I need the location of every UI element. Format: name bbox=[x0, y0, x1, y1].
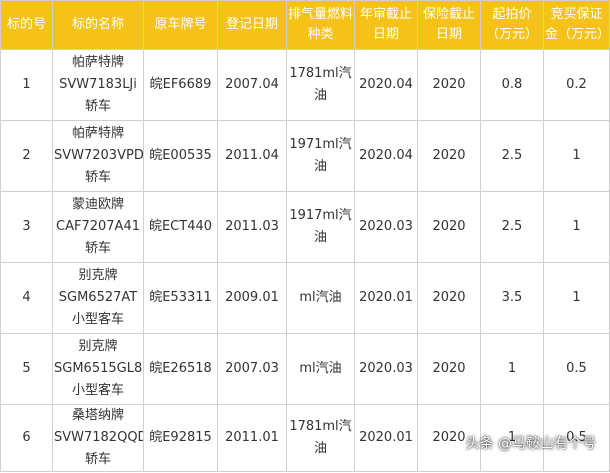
cell-insurance-expiry: 2020 bbox=[417, 120, 481, 192]
cell-deposit: 1 bbox=[543, 262, 610, 334]
cell-lot-name: 蒙迪欧牌CAF7207A41轿车 bbox=[52, 191, 144, 263]
cell-insurance-expiry: 2020 bbox=[417, 49, 481, 121]
cell-inspection-expiry: 2020.04 bbox=[354, 49, 418, 121]
cell-insurance-expiry: 2020 bbox=[417, 262, 481, 334]
cell-lot-name: 帕萨特牌SVW7203VPD轿车 bbox=[52, 120, 144, 192]
table-row: 2 帕萨特牌SVW7203VPD轿车 皖E00535 2011.04 1971m… bbox=[0, 120, 610, 192]
cell-deposit: 0.5 bbox=[543, 333, 610, 405]
table-row: 3 蒙迪欧牌CAF7207A41轿车 皖ECT440 2011.03 1917m… bbox=[0, 191, 610, 263]
auction-lots-table: 标的号 标的名称 原车牌号 登记日期 排气量燃料种类 年审截止日期 保险截止日期… bbox=[0, 0, 610, 472]
header-lot-number: 标的号 bbox=[0, 0, 53, 50]
cell-lot-number: 3 bbox=[0, 191, 53, 263]
cell-plate-number: 皖E00535 bbox=[143, 120, 218, 192]
table-header-row: 标的号 标的名称 原车牌号 登记日期 排气量燃料种类 年审截止日期 保险截止日期… bbox=[0, 0, 610, 50]
cell-plate-number: 皖E92815 bbox=[143, 404, 218, 472]
cell-displacement-fuel: 1781ml汽油 bbox=[286, 404, 355, 472]
cell-lot-name: 帕萨特牌SVW7183LJi轿车 bbox=[52, 49, 144, 121]
cell-lot-name: 桑塔纳牌SVW7182QQD轿车 bbox=[52, 404, 144, 472]
cell-lot-number: 4 bbox=[0, 262, 53, 334]
header-starting-price: 起拍价（万元） bbox=[480, 0, 544, 50]
table-row: 4 别克牌SGM6527AT小型客车 皖E53311 2009.01 ml汽油 … bbox=[0, 262, 610, 334]
cell-deposit: 1 bbox=[543, 191, 610, 263]
cell-inspection-expiry: 2020.01 bbox=[354, 404, 418, 472]
cell-lot-name: 别克牌SGM6527AT小型客车 bbox=[52, 262, 144, 334]
header-insurance-expiry: 保险截止日期 bbox=[417, 0, 481, 50]
header-inspection-expiry: 年审截止日期 bbox=[354, 0, 418, 50]
table-row: 5 别克牌SGM6515GL8 小型客车 皖E26518 2007.03 ml汽… bbox=[0, 333, 610, 405]
cell-insurance-expiry: 2020 bbox=[417, 333, 481, 405]
cell-registration-date: 2009.01 bbox=[217, 262, 287, 334]
cell-inspection-expiry: 2020.03 bbox=[354, 333, 418, 405]
cell-plate-number: 皖E53311 bbox=[143, 262, 218, 334]
cell-registration-date: 2011.04 bbox=[217, 120, 287, 192]
header-lot-name: 标的名称 bbox=[52, 0, 144, 50]
cell-registration-date: 2007.03 bbox=[217, 333, 287, 405]
cell-deposit: 1 bbox=[543, 120, 610, 192]
cell-starting-price: 1 bbox=[480, 333, 544, 405]
table-row: 1 帕萨特牌SVW7183LJi轿车 皖EF6689 2007.04 1781m… bbox=[0, 49, 610, 121]
cell-inspection-expiry: 2020.04 bbox=[354, 120, 418, 192]
cell-starting-price: 3.5 bbox=[480, 262, 544, 334]
watermark: 头条 @马鞍山有个号 bbox=[465, 436, 596, 452]
cell-deposit: 0.2 bbox=[543, 49, 610, 121]
cell-lot-number: 1 bbox=[0, 49, 53, 121]
header-registration-date: 登记日期 bbox=[217, 0, 287, 50]
cell-displacement-fuel: ml汽油 bbox=[286, 262, 355, 334]
cell-registration-date: 2011.03 bbox=[217, 191, 287, 263]
cell-displacement-fuel: 1781ml汽油 bbox=[286, 49, 355, 121]
cell-starting-price: 2.5 bbox=[480, 120, 544, 192]
cell-lot-number: 6 bbox=[0, 404, 53, 472]
cell-lot-name: 别克牌SGM6515GL8 小型客车 bbox=[52, 333, 144, 405]
header-plate-number: 原车牌号 bbox=[143, 0, 218, 50]
cell-lot-number: 5 bbox=[0, 333, 53, 405]
cell-registration-date: 2011.01 bbox=[217, 404, 287, 472]
cell-displacement-fuel: 1971ml汽油 bbox=[286, 120, 355, 192]
cell-inspection-expiry: 2020.03 bbox=[354, 191, 418, 263]
cell-insurance-expiry: 2020 bbox=[417, 191, 481, 263]
cell-plate-number: 皖ECT440 bbox=[143, 191, 218, 263]
cell-inspection-expiry: 2020.01 bbox=[354, 262, 418, 334]
cell-starting-price: 0.8 bbox=[480, 49, 544, 121]
header-displacement-fuel: 排气量燃料种类 bbox=[286, 0, 355, 50]
header-deposit: 竞买保证金（万元） bbox=[543, 0, 610, 50]
cell-lot-number: 2 bbox=[0, 120, 53, 192]
cell-plate-number: 皖EF6689 bbox=[143, 49, 218, 121]
cell-displacement-fuel: ml汽油 bbox=[286, 333, 355, 405]
cell-plate-number: 皖E26518 bbox=[143, 333, 218, 405]
cell-displacement-fuel: 1917ml汽油 bbox=[286, 191, 355, 263]
cell-starting-price: 2.5 bbox=[480, 191, 544, 263]
cell-registration-date: 2007.04 bbox=[217, 49, 287, 121]
